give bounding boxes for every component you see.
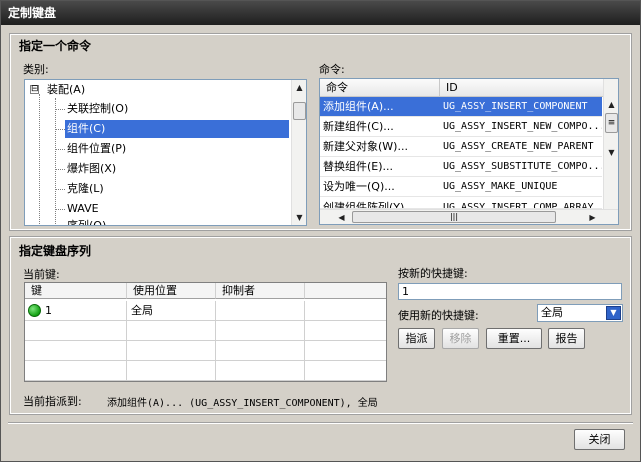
close-button[interactable]: 关闭	[574, 429, 625, 450]
command-row-name[interactable]: 添加组件(A)...	[320, 97, 440, 117]
remove-button[interactable]: 移除	[442, 328, 479, 349]
window-title: 定制键盘	[1, 1, 640, 25]
column-header-suppressed-by[interactable]: 抑制者	[216, 283, 305, 299]
keyboard-group-title: 指定键盘序列	[19, 244, 92, 258]
location-cell[interactable]: 全局	[127, 301, 216, 321]
customize-keyboard-dialog: 定制键盘 指定一个命令 类别: 命令: ⊟ 装配(A) 关联控制(O) 组件(C…	[0, 0, 641, 462]
column-header-command[interactable]: 命令	[320, 79, 440, 97]
command-row-name[interactable]: 设为唯一(Q)...	[320, 177, 440, 197]
tree-item-exploded-view[interactable]: 爆炸图(X)	[65, 159, 118, 179]
command-row-id[interactable]: UG_ASSY_INSERT_COMP_ARRAY	[440, 197, 602, 209]
scroll-down-icon[interactable]: ▼	[292, 210, 306, 225]
tree-item-label: 序列(Q)	[67, 219, 107, 226]
command-row-id[interactable]: UG_ASSY_MAKE_UNIQUE	[440, 177, 602, 197]
tree-item-label: 爆炸图(X)	[67, 162, 117, 175]
current-keys-table[interactable]: 键 使用位置 抑制者 1 全局	[24, 282, 387, 382]
tree-item-associative-control[interactable]: 关联控制(O)	[65, 99, 130, 119]
assign-button[interactable]: 指派	[398, 328, 435, 349]
tree-item-components[interactable]: 组件(C)	[65, 119, 289, 139]
category-tree[interactable]: ⊟ 装配(A) 关联控制(O) 组件(C) 组件位置(P) 爆炸图(X) 克隆(…	[24, 79, 307, 226]
scroll-up-icon[interactable]: ▲	[292, 80, 306, 95]
command-row-id[interactable]: UG_ASSY_INSERT_COMPONENT	[440, 97, 602, 117]
scroll-left-icon[interactable]: ◀	[334, 210, 349, 224]
command-label: 命令:	[319, 63, 345, 76]
press-new-shortcut-label: 按新的快捷键:	[398, 267, 468, 280]
category-label: 类别:	[23, 63, 49, 76]
command-row-name[interactable]: 新建组件(C)...	[320, 117, 440, 137]
collapse-icon[interactable]: ⊟	[30, 85, 39, 94]
category-scrollbar[interactable]: ▲ ▼	[291, 80, 306, 225]
command-row-id[interactable]: UG_ASSY_INSERT_NEW_COMPO...	[440, 117, 602, 137]
scroll-thumb[interactable]: |||	[352, 211, 556, 223]
scroll-down-icon[interactable]: ▼	[604, 145, 618, 160]
reset-button[interactable]: 重置...	[486, 328, 542, 349]
scroll-thumb[interactable]	[293, 102, 306, 120]
tree-item-component-position[interactable]: 组件位置(P)	[65, 139, 128, 159]
column-header-id[interactable]: ID	[440, 79, 604, 97]
command-row-id[interactable]: UG_ASSY_SUBSTITUTE_COMPO...	[440, 157, 602, 177]
command-group-title: 指定一个命令	[19, 39, 92, 53]
new-shortcut-input[interactable]: 1	[398, 283, 622, 300]
command-row-name[interactable]: 替换组件(E)...	[320, 157, 440, 177]
assigned-to-value: 添加组件(A)... (UG_ASSY_INSERT_COMPONENT), 全…	[107, 398, 378, 409]
tree-item-label: 装配(A)	[47, 83, 86, 96]
current-keys-label: 当前键:	[23, 268, 60, 281]
tree-item-assembly[interactable]: 装配(A)	[45, 80, 87, 100]
command-row-name[interactable]: 新建父对象(W)...	[320, 137, 440, 157]
tree-item-label: 关联控制(O)	[67, 102, 129, 115]
suppressed-by-cell[interactable]	[216, 301, 305, 321]
shortcut-scope-value: 全局	[541, 306, 563, 319]
scroll-up-icon[interactable]: ▲	[604, 97, 618, 112]
tree-item-label: 组件位置(P)	[67, 142, 127, 155]
command-list[interactable]: 命令 ID 添加组件(A)... UG_ASSY_INSERT_COMPONEN…	[319, 78, 619, 225]
report-button[interactable]: 报告	[548, 328, 585, 349]
status-ok-icon	[28, 304, 41, 317]
assigned-to-label: 当前指派到:	[23, 395, 82, 408]
shortcut-scope-select[interactable]: 全局 ▼	[537, 304, 623, 322]
command-row-id[interactable]: UG_ASSY_CREATE_NEW_PARENT	[440, 137, 602, 157]
command-vscrollbar[interactable]: ▲ ≡ ▼	[603, 79, 618, 209]
tree-item-label: 克隆(L)	[67, 182, 104, 195]
scroll-right-icon[interactable]: ▶	[585, 210, 600, 224]
use-new-shortcut-label: 使用新的快捷键:	[398, 309, 479, 322]
column-header-location[interactable]: 使用位置	[127, 283, 216, 299]
tree-item-label: 组件(C)	[65, 120, 289, 138]
tree-item-clone[interactable]: 克隆(L)	[65, 179, 106, 199]
command-hscrollbar[interactable]: ◀ ||| ▶	[320, 209, 618, 224]
tree-item-sequence[interactable]: 序列(Q)	[65, 216, 108, 226]
footer-divider	[8, 422, 633, 424]
command-row-name[interactable]: 创建组件阵列(Y)...	[320, 197, 440, 209]
key-value: 1	[45, 304, 52, 317]
scroll-thumb[interactable]: ≡	[605, 113, 618, 133]
chevron-down-icon[interactable]: ▼	[606, 306, 621, 320]
column-header-key[interactable]: 键	[25, 283, 127, 299]
